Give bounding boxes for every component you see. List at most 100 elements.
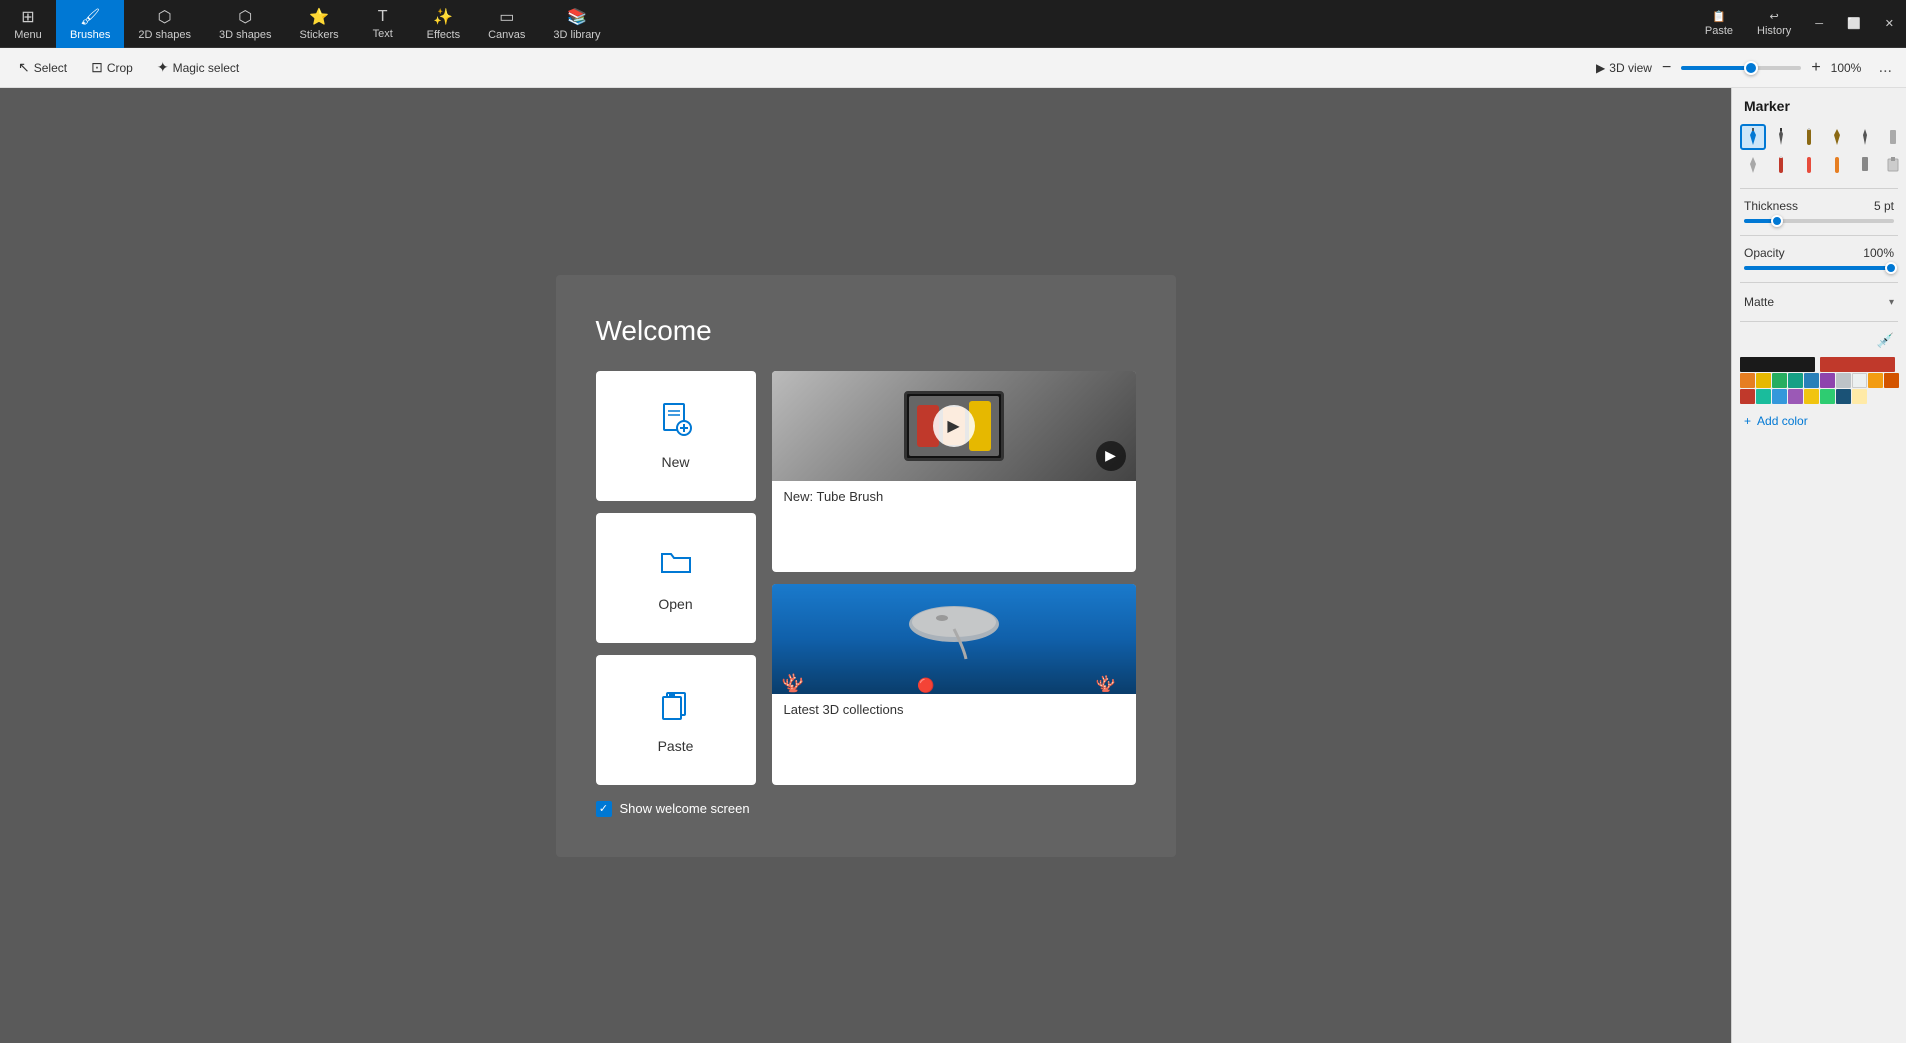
new-card-label: New	[661, 454, 689, 470]
thickness-slider[interactable]	[1744, 219, 1894, 223]
toolbar-stickers[interactable]: ⭐ Stickers	[286, 0, 353, 48]
opacity-label: Opacity	[1744, 246, 1785, 260]
3d-view-label[interactable]: ▶ 3D view	[1596, 61, 1652, 75]
play-button[interactable]: ▶	[933, 405, 975, 447]
color-swatch-green[interactable]	[1772, 373, 1787, 388]
toolbar-text[interactable]: T Text	[353, 0, 413, 48]
select-button[interactable]: ↖ Select	[8, 55, 77, 80]
paste-welcome-card[interactable]: Paste	[596, 655, 756, 785]
color-swatch-lightgray[interactable]	[1836, 373, 1851, 388]
toolbar-effects[interactable]: ✨ Effects	[413, 0, 474, 48]
toolbar-brushes[interactable]: 🖌 Brushes	[56, 0, 124, 48]
color-swatch-teal[interactable]	[1788, 373, 1803, 388]
tube-brush-thumb: ▶ ▶	[772, 371, 1136, 481]
color-swatch-purple[interactable]	[1820, 373, 1835, 388]
color-swatch-yellow[interactable]	[1756, 373, 1771, 388]
toolbar-3dlibrary[interactable]: 📚 3D library	[539, 0, 614, 48]
color-swatch-darkgreen[interactable]	[1756, 389, 1771, 404]
color-swatch-pale[interactable]	[1852, 389, 1867, 404]
menu-icon: ⊞	[21, 7, 34, 27]
menu-button[interactable]: ⊞ Menu	[0, 0, 56, 48]
brush-item-4[interactable]	[1824, 124, 1850, 150]
brush-item-6[interactable]	[1880, 124, 1906, 150]
zoom-thumb	[1744, 61, 1758, 75]
history-button[interactable]: ↩ History	[1745, 0, 1803, 48]
show-welcome-checkbox[interactable]: ✓	[596, 801, 612, 817]
color-swatch-gold[interactable]	[1804, 389, 1819, 404]
maximize-button[interactable]: ⬜	[1835, 0, 1873, 48]
crop-button[interactable]: ⊡ Crop	[81, 55, 143, 80]
more-button[interactable]: ...	[1873, 59, 1898, 77]
crop-icon: ⊡	[91, 59, 103, 76]
color-swatch-lime[interactable]	[1820, 389, 1835, 404]
3dlibrary-icon: 📚	[567, 7, 587, 27]
color-swatch-black[interactable]	[1740, 357, 1815, 372]
color-swatch-red[interactable]	[1820, 357, 1895, 372]
text-icon: T	[378, 8, 388, 26]
canvas-area[interactable]: Welcome	[0, 88, 1731, 1043]
paste-button[interactable]: 📋 Paste	[1693, 0, 1745, 48]
thickness-thumb	[1771, 215, 1783, 227]
opacity-thumb	[1885, 262, 1897, 274]
second-toolbar: ↖ Select ⊡ Crop ✦ Magic select ▶ 3D view…	[0, 48, 1906, 88]
toolbar-2dshapes[interactable]: ⬡ 2D shapes	[124, 0, 205, 48]
brush-item-8[interactable]	[1768, 152, 1794, 178]
checkmark-icon: ✓	[599, 802, 608, 815]
color-swatch-violet[interactable]	[1788, 389, 1803, 404]
3d-collections-card[interactable]: 🪸 🪸 🔴 Latest 3D collections	[772, 584, 1136, 785]
brush-item-11[interactable]	[1852, 152, 1878, 178]
brush-item-7[interactable]	[1740, 152, 1766, 178]
brushes-label: Brushes	[70, 29, 110, 41]
color-swatch-white[interactable]	[1852, 373, 1867, 388]
tube-brush-card[interactable]: ▶ ▶ New: Tube Brush	[772, 371, 1136, 572]
opacity-slider[interactable]	[1744, 266, 1894, 270]
history-icon: ↩	[1770, 10, 1779, 23]
add-color-button[interactable]: + Add color	[1732, 408, 1906, 434]
add-color-icon: +	[1744, 414, 1751, 428]
matte-row[interactable]: Matte ▾	[1732, 289, 1906, 315]
color-swatch-burntorange[interactable]	[1884, 373, 1899, 388]
color-swatch-crimson[interactable]	[1740, 389, 1755, 404]
brush-item-5[interactable]	[1852, 124, 1878, 150]
brush-item-12[interactable]	[1880, 152, 1906, 178]
open-card[interactable]: Open	[596, 513, 756, 643]
canvas-icon: ▭	[499, 7, 514, 27]
color-swatch-darkorange[interactable]	[1868, 373, 1883, 388]
open-card-label: Open	[658, 596, 692, 612]
matte-label: Matte	[1744, 295, 1774, 309]
eyedropper-button[interactable]: 💉	[1877, 332, 1894, 349]
2dshapes-label: 2D shapes	[138, 29, 191, 41]
brush-item-3[interactable]	[1796, 124, 1822, 150]
brush-item-9[interactable]	[1796, 152, 1822, 178]
paste-welcome-label: Paste	[658, 738, 694, 754]
color-swatch-navy[interactable]	[1836, 389, 1851, 404]
color-swatch-orange[interactable]	[1740, 373, 1755, 388]
minimize-icon: ─	[1815, 18, 1823, 30]
brush-item-10[interactable]	[1824, 152, 1850, 178]
color-swatch-blue[interactable]	[1804, 373, 1819, 388]
magic-select-icon: ✦	[157, 59, 169, 76]
eyedropper-row: 💉	[1732, 328, 1906, 353]
brush-item-2[interactable]	[1768, 124, 1794, 150]
stingray-thumb: 🪸 🪸 🔴	[772, 584, 1136, 694]
zoom-slider[interactable]	[1681, 66, 1801, 70]
minimize-button[interactable]: ─	[1803, 0, 1835, 48]
color-swatch-cyan[interactable]	[1772, 389, 1787, 404]
zoom-plus[interactable]: +	[1807, 59, 1824, 77]
3dshapes-icon: ⬡	[238, 7, 252, 27]
crop-label: Crop	[107, 61, 133, 75]
menu-label: Menu	[14, 29, 42, 41]
toolbar-3dshapes[interactable]: ⬡ 3D shapes	[205, 0, 286, 48]
brush-item-1[interactable]	[1740, 124, 1766, 150]
close-button[interactable]: ✕	[1873, 0, 1906, 48]
stickers-label: Stickers	[300, 29, 339, 41]
new-card[interactable]: New	[596, 371, 756, 501]
3dshapes-label: 3D shapes	[219, 29, 272, 41]
select-label: Select	[34, 61, 67, 75]
panel-divider-2	[1740, 235, 1898, 236]
magic-select-label: Magic select	[173, 61, 240, 75]
welcome-title: Welcome	[596, 315, 1136, 347]
toolbar-canvas[interactable]: ▭ Canvas	[474, 0, 539, 48]
magic-select-button[interactable]: ✦ Magic select	[147, 55, 249, 80]
zoom-minus[interactable]: −	[1658, 59, 1675, 77]
